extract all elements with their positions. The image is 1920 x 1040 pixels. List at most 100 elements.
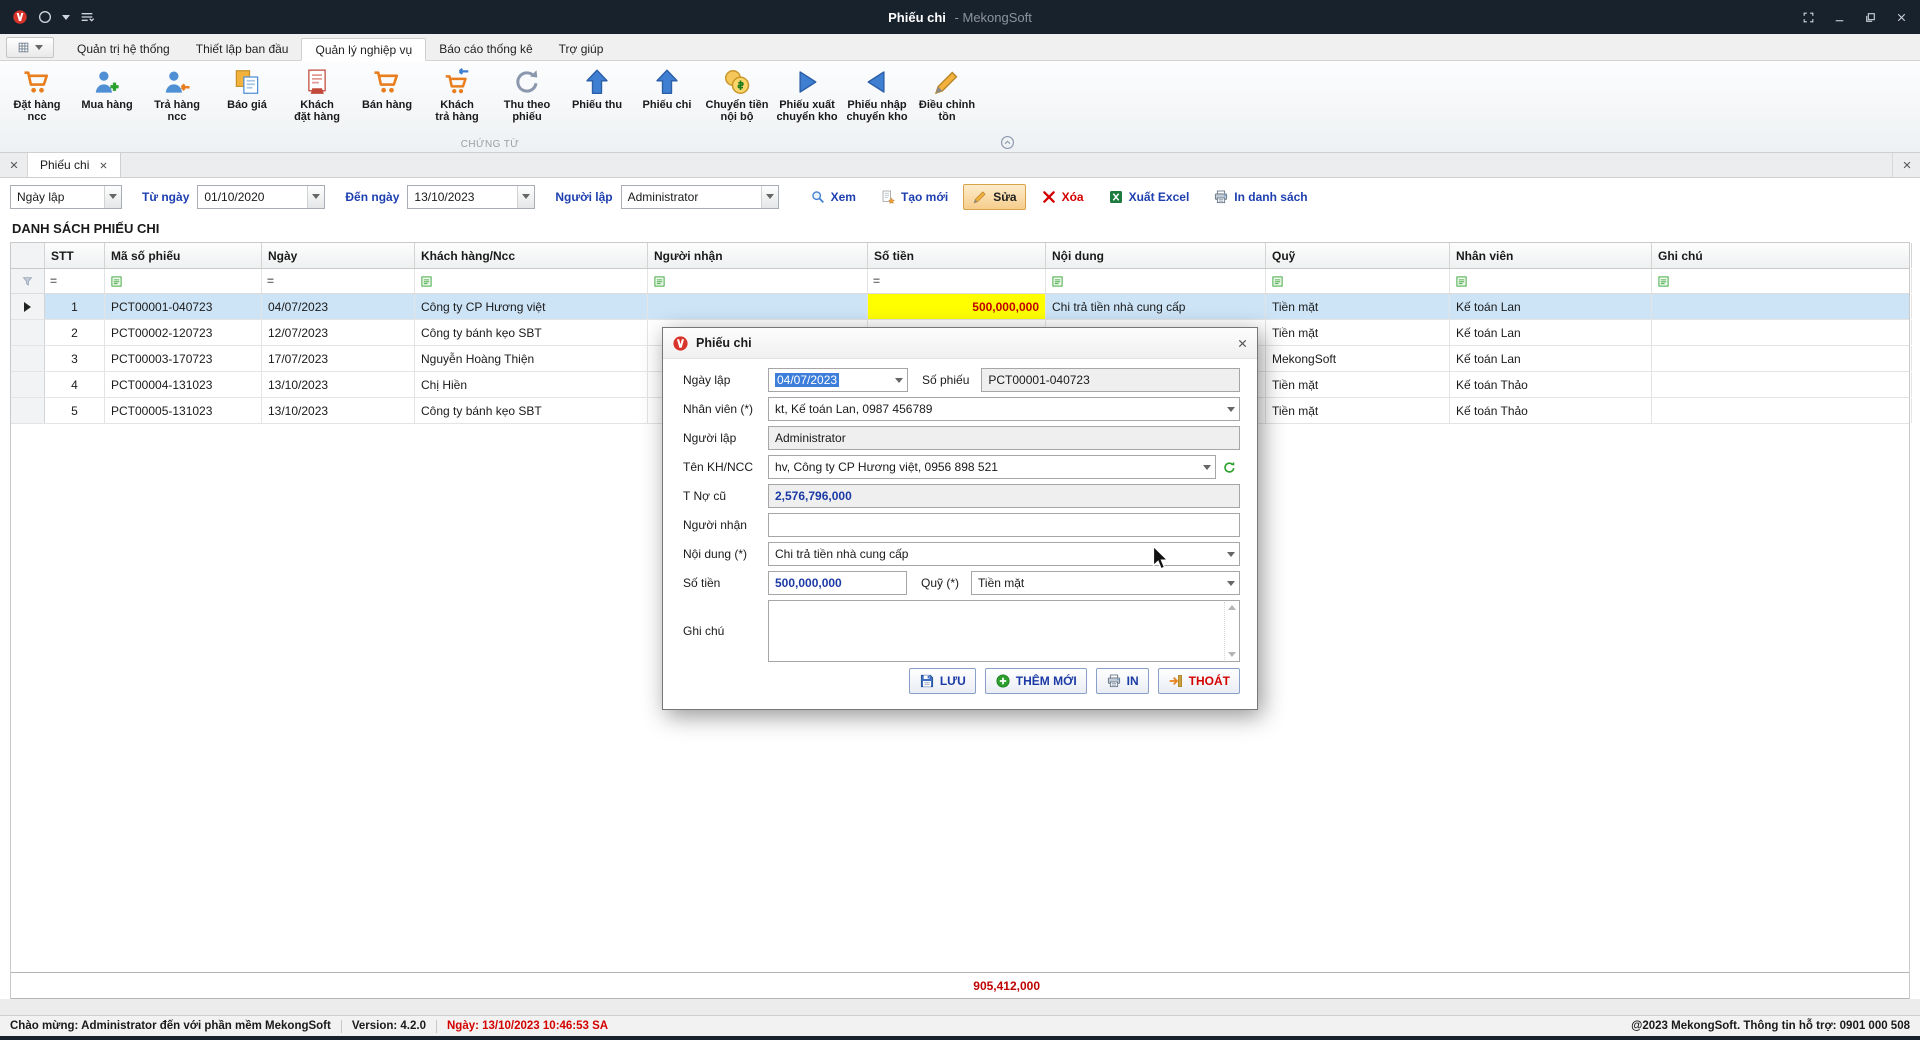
table-row-1[interactable]: 1PCT00001-04072304/07/2023Công ty CP Hươ… [11, 294, 1909, 320]
edit-button[interactable]: Sửa [963, 184, 1025, 210]
fullscreen-button[interactable] [1802, 11, 1815, 24]
filter-cell-stt[interactable]: = [45, 269, 105, 293]
dialog-close-button[interactable] [1237, 338, 1248, 349]
cell-ghi_chu [1652, 294, 1912, 319]
save-button[interactable]: LƯU [909, 668, 976, 694]
ribbon-tab-2[interactable]: Thiết lập ban đầu [183, 37, 302, 60]
nhan-vien-select[interactable]: kt, Kế toán Lan, 0987 456789 [768, 397, 1240, 421]
close-active-tab-button[interactable] [1892, 153, 1920, 177]
column-header-quy[interactable]: Quỹ [1266, 243, 1450, 268]
so-tien-input[interactable]: 500,000,000 [768, 571, 907, 595]
arrow-up-icon [652, 67, 682, 97]
bottom-spacer [0, 999, 1920, 1015]
toolbar-button-khach-tra-hang[interactable]: Kháchtrả hàng [422, 62, 492, 135]
creator-label: Người lập [555, 190, 612, 204]
toolbar-button-mua-hang[interactable]: Mua hàng [72, 62, 142, 135]
toolbar-button-phieu-xuat-chuyen-kho[interactable]: Phiếu xuấtchuyển kho [772, 62, 842, 135]
view-button[interactable]: Xem [801, 184, 865, 210]
noi-dung-select[interactable]: Chi trả tiền nhà cung cấp [768, 542, 1240, 566]
plus-icon [995, 673, 1011, 689]
column-header-nguoi_nhan[interactable]: Người nhận [648, 243, 868, 268]
cell-so_tien: 500,000,000 [868, 294, 1046, 319]
close-window-button[interactable] [1895, 11, 1908, 24]
ghi-chu-textarea[interactable] [768, 600, 1240, 662]
ten-kh-select[interactable]: hv, Công ty CP Hương việt, 0956 898 521 [768, 455, 1216, 479]
column-header-stt[interactable]: STT [45, 243, 105, 268]
person-return-icon [162, 67, 192, 97]
quick-access-circle-icon[interactable] [37, 9, 53, 25]
scrollbar[interactable] [1224, 602, 1238, 660]
delete-button[interactable]: Xóa [1032, 184, 1093, 210]
export-excel-button[interactable]: Xuất Excel [1099, 184, 1199, 210]
chevron-down-icon [891, 369, 907, 391]
filter-cell-khach_hang[interactable] [415, 269, 648, 293]
column-header-ma_so_phieu[interactable]: Mã số phiếu [105, 243, 262, 268]
column-header-nhan_vien[interactable]: Nhân viên [1450, 243, 1652, 268]
app-menu-caret-icon [35, 45, 43, 50]
toolbar-button-dieu-chinh-ton[interactable]: Điều chỉnh tồn [912, 62, 982, 135]
create-new-button[interactable]: Tạo mới [871, 184, 957, 210]
tab-phieu-chi[interactable]: Phiếu chi [28, 153, 121, 177]
printer-icon [1106, 673, 1122, 689]
filter-cell-ngay[interactable]: = [262, 269, 415, 293]
refresh-customer-button[interactable] [1219, 456, 1240, 478]
from-date-input[interactable]: 01/10/2020 [197, 185, 325, 209]
toolbar-button-dat-hang-ncc[interactable]: Đặt hàngncc [2, 62, 72, 135]
print-button[interactable]: IN [1096, 668, 1149, 694]
filter-field-select[interactable]: Ngày lập [10, 185, 122, 209]
ribbon-collapse-button[interactable] [1000, 135, 1015, 150]
filter-cell-ghi_chu[interactable] [1652, 269, 1912, 293]
datetime-text: Ngày: 13/10/2023 10:46:53 SA [447, 1020, 608, 1032]
toolbar-customize-icon[interactable] [79, 9, 95, 25]
toolbar-button-chuyen-tien-noi-bo[interactable]: Chuyển tiềnnội bộ [702, 62, 772, 135]
toolbar-button-tra-hang-ncc[interactable]: Trả hàngncc [142, 62, 212, 135]
quy-select[interactable]: Tiền mặt [971, 571, 1240, 595]
ribbon-tab-5[interactable]: Trợ giúp [546, 37, 617, 60]
toolbar-button-khach-dat-hang[interactable]: Kháchđặt hàng [282, 62, 352, 135]
filter-cell-nhan_vien[interactable] [1450, 269, 1652, 293]
ribbon-tab-1[interactable]: Quản trị hệ thống [64, 37, 183, 60]
toolbar-button-phieu-chi[interactable]: Phiếu chi [632, 62, 702, 135]
close-tab-icon[interactable] [99, 161, 108, 170]
to-date-input[interactable]: 13/10/2023 [407, 185, 535, 209]
app-menu-button[interactable] [6, 37, 54, 58]
cell-stt: 1 [45, 294, 105, 319]
exit-button[interactable]: THOÁT [1158, 668, 1240, 694]
print-list-button[interactable]: In danh sách [1204, 184, 1316, 210]
maximize-button[interactable] [1864, 11, 1877, 24]
filter-cell-quy[interactable] [1266, 269, 1450, 293]
current-row-arrow-icon [24, 302, 31, 312]
filter-cell-nguoi_nhan[interactable] [648, 269, 868, 293]
toolbar-button-phieu-nhap-chuyen-kho[interactable]: Phiếu nhậpchuyển kho [842, 62, 912, 135]
ribbon-tab-3[interactable]: Quản lý nghiệp vụ [301, 38, 426, 61]
column-header-ghi_chu[interactable]: Ghi chú [1652, 243, 1912, 268]
nguoi-nhan-input[interactable] [768, 513, 1240, 537]
cell-quy: Tiền mặt [1266, 294, 1450, 319]
ngay-lap-input[interactable]: 04/07/2023 [768, 368, 908, 392]
window-title: Phiếu chi - MekongSoft [0, 10, 1920, 25]
close-all-tabs-button[interactable] [0, 153, 28, 177]
filter-cell-so_tien[interactable]: = [868, 269, 1046, 293]
filter-bar: Ngày lập Từ ngày 01/10/2020 Đến ngày 13/… [0, 178, 1920, 215]
filter-cell-noi_dung[interactable] [1046, 269, 1266, 293]
filter-cell-ma_so_phieu[interactable] [105, 269, 262, 293]
toolbar-button-ban-hang[interactable]: Bán hàng [352, 62, 422, 135]
toolbar-button-phieu-thu[interactable]: Phiếu thu [562, 62, 632, 135]
column-header-noi_dung[interactable]: Nội dung [1046, 243, 1266, 268]
column-header-so_tien[interactable]: Số tiền [868, 243, 1046, 268]
ribbon-tab-4[interactable]: Báo cáo thống kê [426, 37, 545, 60]
minimize-button[interactable] [1833, 11, 1846, 24]
text-filter-icon [110, 275, 123, 288]
toolbar-button-bao-gia[interactable]: Báo giá [212, 62, 282, 135]
quick-access-caret-icon[interactable] [62, 15, 70, 20]
nguoi-lap-input[interactable]: Administrator [768, 426, 1240, 450]
delete-x-icon [1041, 189, 1057, 205]
creator-select[interactable]: Administrator [621, 185, 779, 209]
toolbar-button-thu-theo-phieu[interactable]: Thu theophiếu [492, 62, 562, 135]
column-header-ngay[interactable]: Ngày [262, 243, 415, 268]
add-new-button[interactable]: THÊM MỚI [985, 668, 1087, 694]
so-phieu-input[interactable]: PCT00001-040723 [981, 368, 1240, 392]
dialog-titlebar[interactable]: Phiếu chi [663, 328, 1257, 359]
column-header-khach_hang[interactable]: Khách hàng/Ncc [415, 243, 648, 268]
grid-filter-row: = = = [11, 269, 1909, 294]
